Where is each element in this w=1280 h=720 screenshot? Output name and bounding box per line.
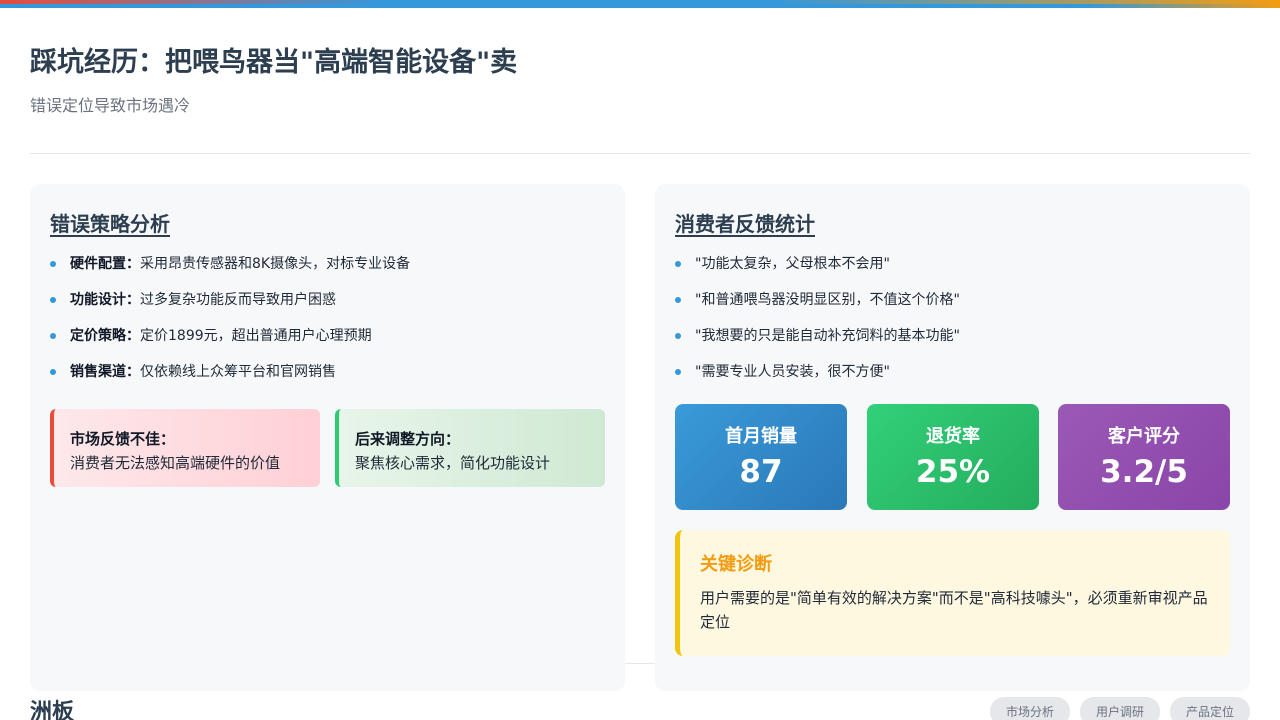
tag-user-research[interactable]: 用户调研: [1079, 697, 1160, 720]
stat-label: 首月销量: [725, 426, 797, 447]
tag-list: 市场分析 用户调研 产品定位: [989, 697, 1250, 720]
stat-value: 87: [739, 454, 783, 490]
tag-market-analysis[interactable]: 市场分析: [989, 697, 1070, 720]
list-item: 功能设计：过多复杂功能反而导致用户困惑: [50, 290, 410, 326]
market-feedback-note: 市场反馈不佳： 消费者无法感知高端硬件的价值: [50, 409, 320, 487]
page-title: 踩坑经历：把喂鸟器当"高端智能设备"卖: [30, 47, 518, 78]
footer-divider: [625, 663, 655, 664]
strategy-list: 硬件配置：采用昂贵传感器和8K摄像头，对标专业设备 功能设计：过多复杂功能反而导…: [50, 254, 410, 398]
slide: 踩坑经历：把喂鸟器当"高端智能设备"卖 错误定位导致市场遇冷 错误策略分析 硬件…: [0, 8, 1280, 720]
diagnosis-body: 用户需要的是"简单有效的解决方案"而不是"高科技噱头"，必须重新审视产品定位: [700, 589, 1208, 631]
list-item: 硬件配置：采用昂贵传感器和8K摄像头，对标专业设备: [50, 254, 410, 290]
list-item: "我想要的只是能自动补充饲料的基本功能": [675, 326, 960, 362]
stat-card-first-month-sales: 首月销量 87: [675, 404, 847, 510]
item-key: 销售渠道：: [70, 364, 140, 380]
item-key: 功能设计：: [70, 292, 140, 308]
stat-card-customer-rating: 客户评分 3.2/5: [1058, 404, 1230, 510]
item-key: 硬件配置：: [70, 256, 140, 272]
item-text: 过多复杂功能反而导致用户困惑: [140, 292, 336, 308]
list-item: "功能太复杂，父母根本不会用": [675, 254, 960, 290]
top-accent-bar: [0, 0, 1280, 8]
stat-value: 25%: [915, 454, 991, 490]
note-body: 消费者无法感知高端硬件的价值: [70, 454, 281, 472]
diagnosis-title: 关键诊断: [700, 554, 772, 575]
stat-label: 客户评分: [1108, 426, 1180, 447]
strategy-panel: 错误策略分析 硬件配置：采用昂贵传感器和8K摄像头，对标专业设备 功能设计：过多…: [30, 184, 625, 691]
quote-list: "功能太复杂，父母根本不会用" "和普通喂鸟器没明显区别，不值这个价格" "我想…: [675, 254, 960, 398]
note-title: 市场反馈不佳：: [70, 430, 176, 448]
list-item: 销售渠道：仅依赖线上众筹平台和官网销售: [50, 362, 410, 398]
tag-product-positioning[interactable]: 产品定位: [1169, 697, 1250, 720]
list-item: 定价策略：定价1899元，超出普通用户心理预期: [50, 326, 410, 362]
feedback-title: 消费者反馈统计: [675, 212, 815, 236]
list-item: "和普通喂鸟器没明显区别，不值这个价格": [675, 290, 960, 326]
item-key: 定价策略：: [70, 328, 140, 344]
footer-label: 洲板: [30, 700, 75, 720]
note-body: 聚焦核心需求，简化功能设计: [355, 454, 551, 472]
list-item: "需要专业人员安装，很不方便": [675, 362, 960, 398]
note-title: 后来调整方向：: [355, 430, 461, 448]
item-text: 仅依赖线上众筹平台和官网销售: [140, 364, 336, 380]
stat-card-return-rate: 退货率 25%: [867, 404, 1039, 510]
item-text: 定价1899元，超出普通用户心理预期: [140, 328, 372, 344]
adjustment-note: 后来调整方向： 聚焦核心需求，简化功能设计: [335, 409, 605, 487]
item-text: 采用昂贵传感器和8K摄像头，对标专业设备: [140, 256, 411, 272]
strategy-title: 错误策略分析: [50, 212, 170, 236]
stat-value: 3.2/5: [1100, 454, 1188, 490]
page-subtitle: 错误定位导致市场遇冷: [30, 96, 191, 115]
key-diagnosis-box: 关键诊断 用户需要的是"简单有效的解决方案"而不是"高科技噱头"，必须重新审视产…: [675, 530, 1230, 656]
feedback-panel: 消费者反馈统计 "功能太复杂，父母根本不会用" "和普通喂鸟器没明显区别，不值这…: [655, 184, 1250, 691]
header-divider: [30, 153, 1250, 154]
stat-label: 退货率: [926, 426, 980, 447]
